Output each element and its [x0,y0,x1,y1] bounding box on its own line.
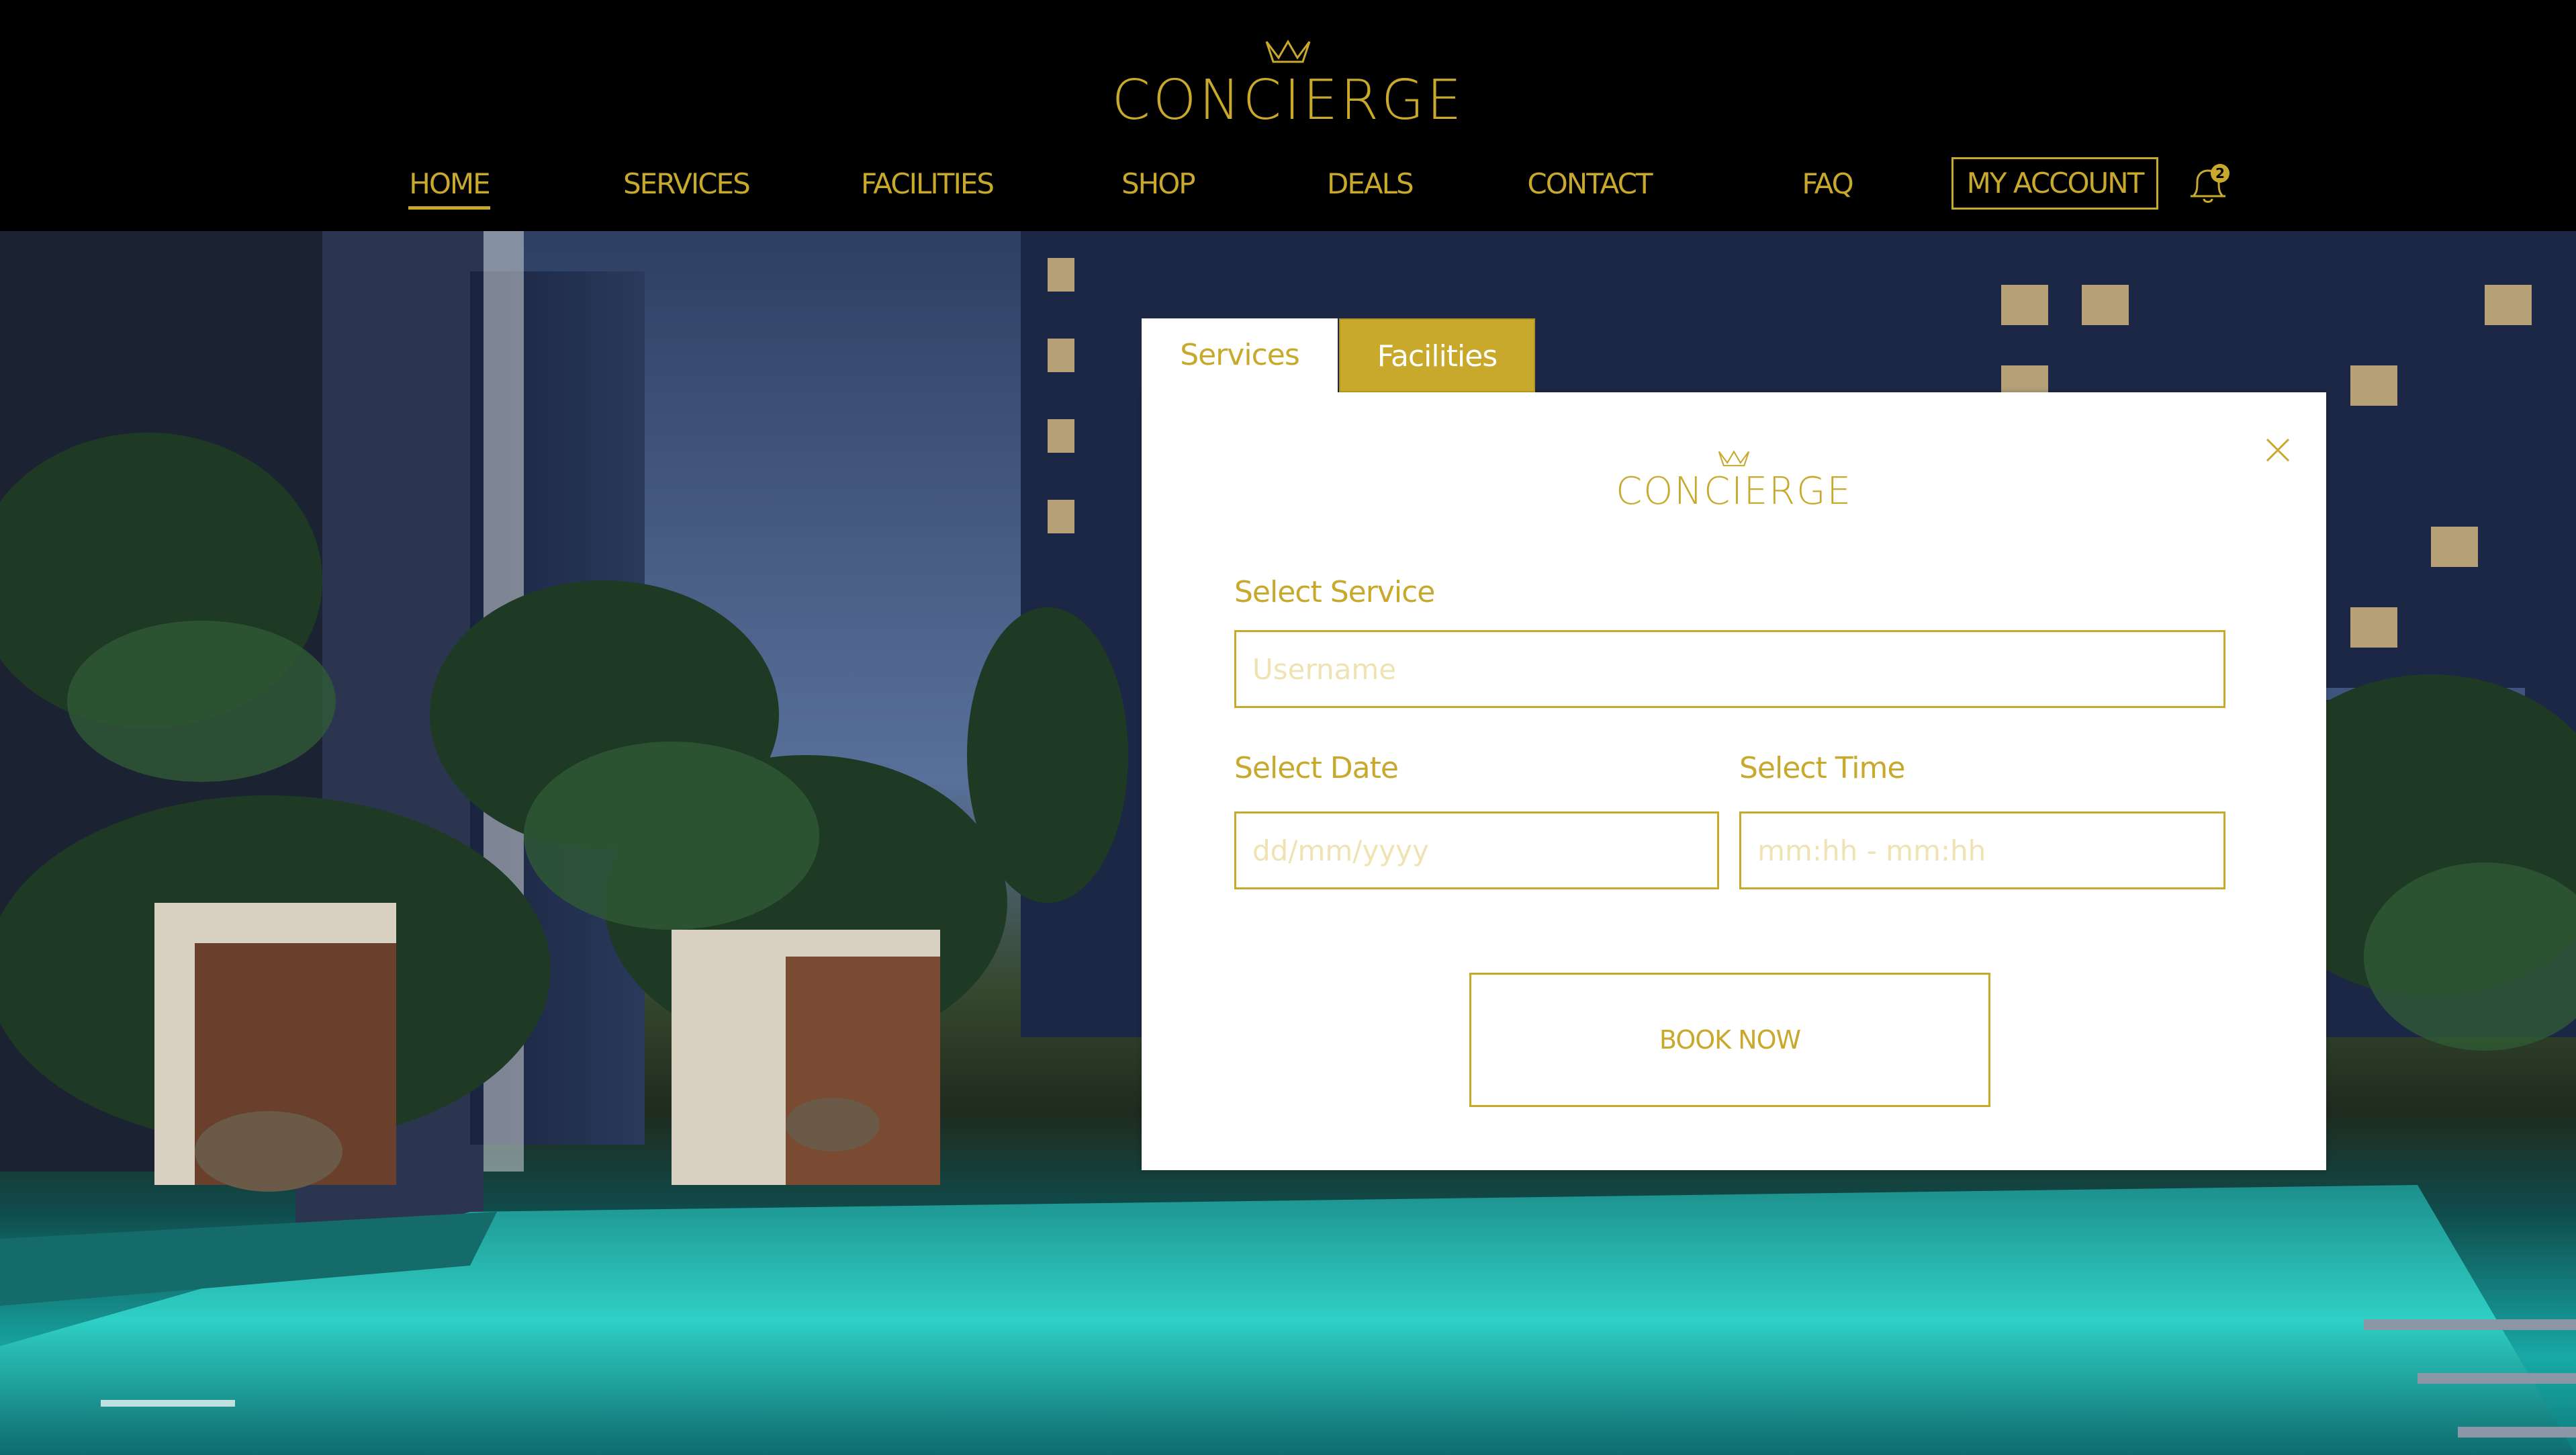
crown-icon [1265,40,1311,63]
tab-services[interactable]: Services [1142,318,1338,392]
book-now-button[interactable]: BOOK NOW [1469,973,1990,1107]
select-date-label: Select Date [1234,751,1399,785]
nav-shop[interactable]: SHOP [1121,164,1196,204]
tab-facilities[interactable]: Facilities [1339,318,1535,392]
brand-logo[interactable]: CONCIERGE [1108,38,1468,132]
crown-icon [1718,450,1750,467]
modal-brand-logo: CONCIERGE [1558,449,1910,513]
my-account-button[interactable]: MY ACCOUNT [1951,157,2158,210]
nav-home[interactable]: HOME [408,164,491,210]
select-service-label: Select Service [1234,575,1435,609]
nav-services[interactable]: SERVICES [623,164,751,204]
close-icon[interactable] [2259,431,2297,469]
notification-badge: 2 [2211,164,2229,183]
nav-contact[interactable]: CONTACT [1527,164,1653,204]
brand-name: CONCIERGE [1111,69,1465,132]
date-input[interactable] [1234,811,1719,889]
select-time-label: Select Time [1739,751,1905,785]
booking-modal: CONCIERGE Select Service Select Date Sel… [1142,392,2326,1170]
nav-facilities[interactable]: FACILITIES [861,164,995,204]
service-input[interactable] [1234,630,2225,708]
time-input[interactable] [1739,811,2225,889]
modal-brand-name: CONCIERGE [1616,470,1852,513]
nav-faq[interactable]: FAQ [1800,164,1855,204]
nav-deals[interactable]: DEALS [1327,164,1414,204]
site-header: CONCIERGE HOME SERVICES FACILITIES SHOP … [0,0,2576,231]
